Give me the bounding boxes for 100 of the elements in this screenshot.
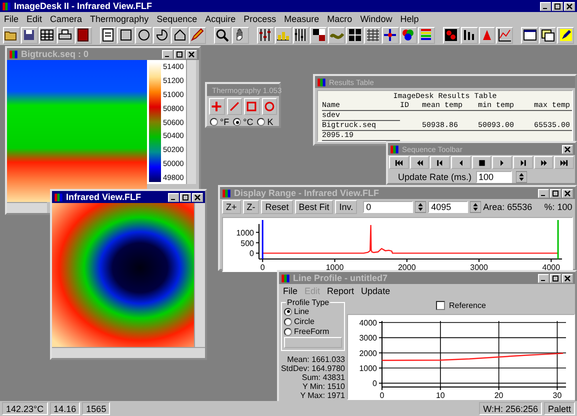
- tool-button[interactable]: [262, 98, 277, 115]
- range-button[interactable]: Reset: [261, 200, 293, 214]
- close-button[interactable]: [192, 192, 203, 202]
- line-chart-icon: [498, 28, 512, 42]
- scrollbar[interactable]: [194, 203, 205, 347]
- playback-button[interactable]: [492, 156, 512, 169]
- update-rate-field[interactable]: 100: [476, 171, 512, 183]
- percent-readout: %: 100: [544, 202, 572, 212]
- radio-button[interactable]: [284, 318, 292, 326]
- radio-button[interactable]: [233, 118, 242, 126]
- scrollbar[interactable]: [7, 202, 47, 213]
- status-cell: W:H: 256:256: [479, 402, 542, 415]
- menu-item[interactable]: File: [283, 286, 298, 296]
- pie-icon: [154, 28, 169, 42]
- radio-button[interactable]: [257, 118, 266, 126]
- window-title: Display Range - Infrared View.FLF: [234, 188, 380, 198]
- sliders-icon: [294, 28, 308, 42]
- playback-button[interactable]: [513, 156, 533, 169]
- range-button[interactable]: Z-: [242, 200, 260, 214]
- playback-button[interactable]: [430, 156, 450, 169]
- maximize-icon: [182, 194, 189, 200]
- menu-item[interactable]: Update: [361, 286, 390, 296]
- playback-button[interactable]: [389, 156, 409, 169]
- tick-label: 0: [372, 379, 377, 388]
- radio-button[interactable]: [284, 328, 292, 336]
- stat-readout: Y Max: 1971: [300, 391, 345, 400]
- menu-item[interactable]: Thermography: [90, 14, 149, 24]
- tick-label: 1000: [359, 364, 377, 374]
- range-button[interactable]: Z+: [222, 200, 241, 214]
- playback-button[interactable]: [554, 156, 574, 169]
- minimize-button[interactable]: [540, 2, 551, 10]
- window-title: ImageDesk II - Infrared View.FLF: [14, 1, 154, 11]
- menu-item[interactable]: Process: [244, 14, 276, 24]
- menu-item[interactable]: Camera: [50, 14, 82, 24]
- menu-item[interactable]: Report: [327, 286, 354, 296]
- app-icon: [54, 192, 63, 202]
- y-axis: [256, 224, 260, 260]
- status-cell: 14.16: [50, 402, 80, 415]
- minimize-button[interactable]: [538, 188, 549, 198]
- close-button[interactable]: [562, 188, 573, 198]
- radio-label: Circle: [294, 317, 314, 326]
- radio-button[interactable]: [210, 118, 218, 126]
- scrollbar[interactable]: [52, 347, 205, 358]
- minimize-button[interactable]: [168, 192, 179, 202]
- max-value-field[interactable]: 4095: [428, 201, 468, 213]
- menu-item[interactable]: Help: [400, 14, 419, 24]
- window-icon: [522, 28, 537, 42]
- status-cell: 1565: [82, 402, 110, 415]
- range-button[interactable]: Inv.: [335, 200, 358, 214]
- menu-item[interactable]: Edit: [26, 14, 42, 24]
- maximize-button[interactable]: [550, 274, 561, 282]
- maximize-button[interactable]: [174, 50, 185, 58]
- close-button[interactable]: [564, 2, 575, 10]
- playback-button[interactable]: [472, 156, 492, 169]
- line-icon: [228, 101, 240, 112]
- field-label: Update Rate (ms.): [398, 172, 472, 182]
- dots-icon: [444, 28, 458, 42]
- menu-item[interactable]: Sequence: [156, 14, 198, 24]
- maximize-button[interactable]: [552, 2, 563, 10]
- scrollbar[interactable]: [186, 60, 196, 184]
- menu-item[interactable]: Window: [360, 14, 392, 24]
- minimize-button[interactable]: [162, 50, 173, 58]
- stat-readout: StdDev: 164.9780: [280, 364, 345, 373]
- sliders-icon: [258, 28, 272, 42]
- group-title: Profile Type: [286, 298, 330, 307]
- palette-icon: [419, 28, 434, 42]
- maximize-button[interactable]: [550, 188, 561, 198]
- minimize-button[interactable]: [538, 274, 549, 282]
- range-button[interactable]: Best Fit: [294, 200, 334, 214]
- tool-button[interactable]: [244, 98, 260, 115]
- toolbar-button[interactable]: [382, 26, 399, 44]
- close-button[interactable]: [186, 50, 197, 58]
- range-cursor-line[interactable]: [262, 220, 264, 259]
- house-icon: [172, 28, 187, 42]
- checkbox[interactable]: [436, 300, 446, 310]
- window-title: Infrared View.FLF: [66, 192, 142, 202]
- min-value-field[interactable]: 0: [363, 201, 414, 213]
- playback-button[interactable]: [534, 156, 554, 169]
- tick-label: 30: [552, 391, 562, 399]
- menu-item[interactable]: Macro: [327, 14, 352, 24]
- close-icon: [188, 50, 195, 58]
- tick-label: 1000: [326, 263, 344, 271]
- radio-label: Line: [294, 307, 310, 316]
- tool-button[interactable]: [226, 98, 242, 115]
- close-button[interactable]: [562, 274, 573, 282]
- close-button[interactable]: [562, 144, 573, 154]
- tool-button[interactable]: [209, 98, 224, 115]
- circle-icon: [136, 28, 151, 42]
- menu-item[interactable]: File: [4, 14, 19, 24]
- radio-button[interactable]: [284, 308, 292, 316]
- book-icon: [76, 28, 90, 42]
- tick-label: 0: [260, 263, 265, 271]
- menu-item[interactable]: Measure: [284, 14, 320, 24]
- tick-label: 20: [494, 391, 504, 399]
- playback-button[interactable]: [410, 156, 430, 169]
- radio-label: FreeForm: [294, 327, 330, 336]
- menu-item[interactable]: Acquire: [205, 14, 236, 24]
- playback-button[interactable]: [451, 156, 471, 169]
- grid-icon: [366, 28, 380, 42]
- maximize-button[interactable]: [180, 192, 191, 202]
